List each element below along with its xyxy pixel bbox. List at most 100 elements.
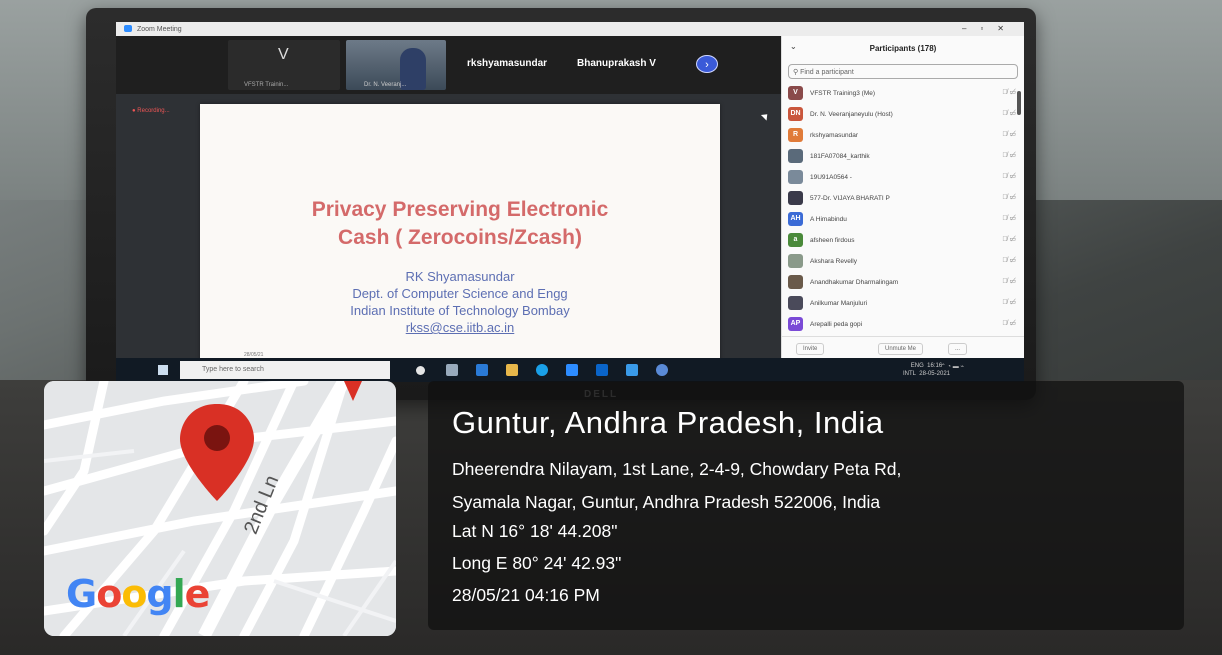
zoom-titlebar: Zoom Meeting –▫✕: [116, 22, 1024, 36]
slide-institute: Indian Institute of Technology Bombay: [350, 303, 570, 318]
participant-row[interactable]: V VFSTR Training3 (Me) 🎙̸ ▭̸: [782, 83, 1024, 104]
mic-video-status-icon: 🎙̸ ▭̸: [1002, 152, 1016, 159]
mic-video-status-icon: 🎙̸ ▭̸: [1002, 110, 1016, 117]
longitude: Long E 80° 24' 42.93": [452, 553, 622, 573]
recording-indicator: ● Recording...: [132, 108, 170, 114]
mic-video-status-icon: 🎙̸ ▭̸: [1002, 299, 1016, 306]
task-view-icon[interactable]: [446, 364, 458, 376]
photo-backdrop: DELL Zoom Meeting –▫✕ V VFSTR Trainin...…: [0, 0, 1222, 655]
chrome-icon[interactable]: [656, 364, 668, 376]
participant-name: 181FA07084_karthik: [810, 153, 870, 160]
participant-name: Dr. N. Veeranjaneyulu (Host): [810, 111, 893, 118]
scrollbar[interactable]: [1017, 91, 1021, 115]
avatar: [788, 170, 803, 184]
participant-name: 577-Dr. VIJAYA BHARATI P: [810, 195, 890, 202]
avatar: AH: [788, 212, 803, 226]
mic-video-status-icon: 🎙̸ ▭̸: [1002, 257, 1016, 264]
address-line-1: Dheerendra Nilayam, 1st Lane, 2-4-9, Cho…: [452, 459, 902, 479]
participant-row[interactable]: Akshara Revelly 🎙̸ ▭̸: [782, 251, 1024, 272]
zoom-app-icon[interactable]: [566, 364, 578, 376]
mic-video-status-icon: 🎙̸ ▭̸: [1002, 278, 1016, 285]
participant-name: Arepalli peda gopi: [810, 321, 863, 328]
slide-author: RK Shyamasundar: [405, 269, 515, 284]
participant-name: A Himabindu: [810, 216, 847, 223]
mic-video-status-icon: 🎙̸ ▭̸: [1002, 194, 1016, 201]
tile-name[interactable]: rkshyamasundar: [467, 58, 547, 69]
tile-initial: V: [278, 46, 289, 63]
timestamp: 28/05/21 04:16 PM: [452, 585, 600, 605]
taskbar-search-input[interactable]: Type here to search: [180, 361, 390, 379]
mic-video-status-icon: 🎙̸ ▭̸: [1002, 89, 1016, 96]
unmute-me-button[interactable]: Unmute Me: [878, 343, 924, 355]
location-info-panel: Guntur, Andhra Pradesh, India Dheerendra…: [428, 381, 1184, 630]
tile-name[interactable]: Bhanuprakash V: [577, 58, 656, 69]
avatar: [788, 191, 803, 205]
mic-video-status-icon: 🎙̸ ▭̸: [1002, 215, 1016, 222]
shared-slide: Privacy Preserving Electronic Cash ( Zer…: [200, 104, 720, 368]
zoom-logo-icon: [124, 25, 132, 32]
participant-row[interactable]: Anandhakumar Dharmalingam 🎙̸ ▭̸: [782, 272, 1024, 293]
avatar: [788, 254, 803, 268]
participant-row[interactable]: 19U91A0564 - 🎙̸ ▭̸: [782, 167, 1024, 188]
avatar: AP: [788, 317, 803, 331]
file-explorer-icon[interactable]: [506, 364, 518, 376]
video-tile[interactable]: V VFSTR Trainin...: [228, 40, 340, 90]
laptop-screen: Zoom Meeting –▫✕ V VFSTR Trainin... Dr. …: [116, 22, 1024, 382]
tray-clock[interactable]: ENG 16:16 INTL 28-05-2021: [903, 362, 950, 378]
participant-search-input[interactable]: ⚲ Find a participant: [788, 64, 1018, 79]
mail-icon[interactable]: [626, 364, 638, 376]
google-logo: Google: [66, 572, 210, 616]
slide-email: rkss@cse.iitb.ac.in: [405, 320, 515, 335]
participant-name: Akshara Revelly: [810, 258, 857, 265]
windows-taskbar: Type here to search ⌃ ◔ ▬ ⌁ ENG 16:16 IN…: [116, 358, 1024, 382]
location-city: Guntur, Andhra Pradesh, India: [452, 405, 884, 440]
participant-row[interactable]: Anilkumar Manjuluri 🎙̸ ▭̸: [782, 293, 1024, 314]
participant-name: VFSTR Training3 (Me): [810, 90, 876, 97]
cortana-icon[interactable]: [416, 366, 425, 375]
participant-name: Anilkumar Manjuluri: [810, 300, 868, 307]
participant-name: Anandhakumar Dharmalingam: [810, 279, 899, 286]
slide-title: Privacy Preserving Electronic Cash ( Zer…: [311, 198, 609, 249]
participant-row[interactable]: 577-Dr. VIJAYA BHARATI P 🎙̸ ▭̸: [782, 188, 1024, 209]
mic-video-status-icon: 🎙̸ ▭̸: [1002, 236, 1016, 243]
store-icon[interactable]: [596, 364, 608, 376]
video-tile[interactable]: Dr. N. Veeranj...: [346, 40, 446, 90]
window-controls[interactable]: –▫✕: [962, 24, 1018, 33]
latitude: Lat N 16° 18' 44.208": [452, 521, 618, 541]
address-line-2: Syamala Nagar, Guntur, Andhra Pradesh 52…: [452, 492, 881, 512]
avatar: R: [788, 128, 803, 142]
participant-row[interactable]: 181FA07084_karthik 🎙̸ ▭̸: [782, 146, 1024, 167]
window-title: Zoom Meeting: [136, 26, 182, 33]
more-button[interactable]: ...: [948, 343, 968, 355]
edge-icon[interactable]: [476, 364, 488, 376]
participants-panel: ⌄ Participants (178) ⚲ Find a participan…: [781, 36, 1024, 358]
tile-caption: VFSTR Trainin...: [244, 82, 289, 88]
avatar: [788, 149, 803, 163]
chevron-down-icon[interactable]: ⌄: [790, 42, 797, 51]
participant-list: V VFSTR Training3 (Me) 🎙̸ ▭̸ DN Dr. N. Veera…: [782, 83, 1024, 335]
mic-video-status-icon: 🎙̸ ▭̸: [1002, 173, 1016, 180]
invite-button[interactable]: Invite: [796, 343, 825, 355]
slide-department: Dept. of Computer Science and Engg: [352, 286, 568, 301]
mic-video-status-icon: 🎙̸ ▭̸: [1002, 131, 1016, 138]
participant-name: 19U91A0564 -: [810, 174, 852, 181]
participant-row[interactable]: Rrkshyamasundar 🎙̸ ▭̸: [782, 125, 1024, 146]
participant-name: rkshyamasundar: [810, 132, 859, 139]
browser-icon[interactable]: [536, 364, 548, 376]
participant-row[interactable]: DN Dr. N. Veeranjaneyulu (Host) 🎙̸ ▭̸: [782, 104, 1024, 125]
participants-footer: Invite Unmute Me ...: [782, 336, 1024, 358]
meeting-area: V VFSTR Trainin... Dr. N. Veeranj... rks…: [116, 36, 781, 368]
avatar: [788, 275, 803, 289]
participant-name: afsheen firdous: [810, 237, 855, 244]
avatar: [788, 296, 803, 310]
participant-row[interactable]: AH A Himabindu 🎙̸ ▭̸: [782, 209, 1024, 230]
participant-row[interactable]: a afsheen firdous 🎙̸ ▭̸: [782, 230, 1024, 251]
video-gallery-strip: V VFSTR Trainin... Dr. N. Veeranj... rks…: [116, 36, 781, 94]
chevron-right-icon[interactable]: ›: [696, 55, 718, 73]
map-thumbnail: 2nd Ln Google: [44, 381, 396, 636]
participants-header: ⌄ Participants (178): [790, 42, 937, 53]
participant-row[interactable]: AP Arepalli peda gopi 🎙̸ ▭̸: [782, 314, 1024, 335]
windows-start-icon[interactable]: [158, 365, 168, 375]
avatar: DN: [788, 107, 803, 121]
avatar: a: [788, 233, 803, 247]
